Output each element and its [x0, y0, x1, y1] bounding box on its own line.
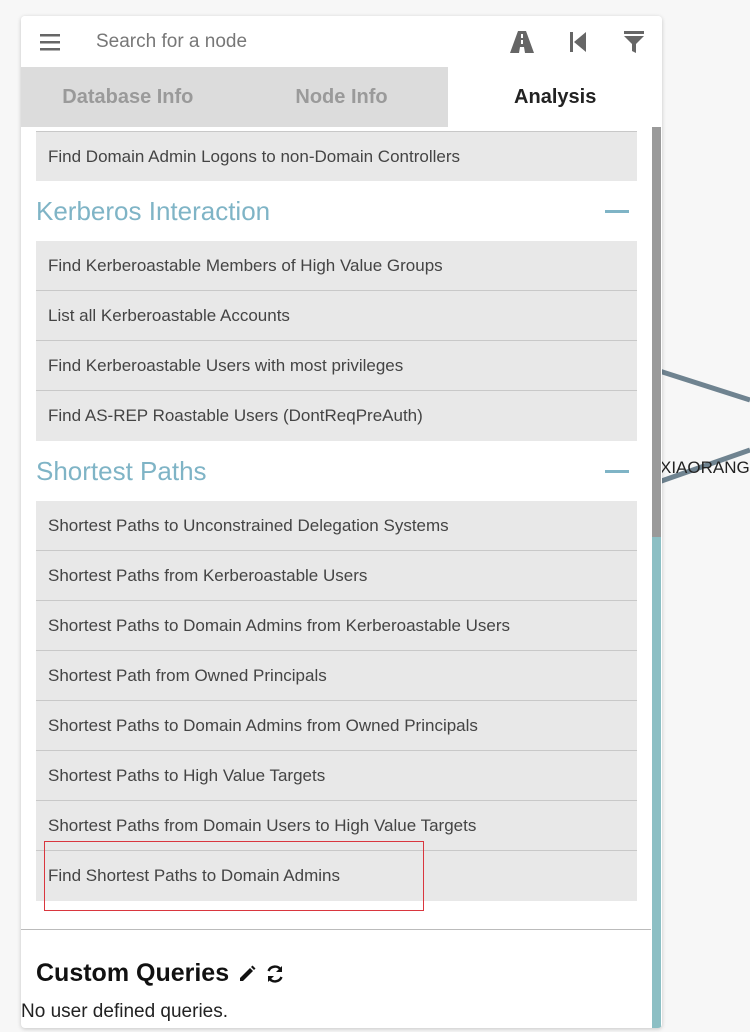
query-item[interactable]: Shortest Paths from Kerberoastable Users: [36, 551, 637, 601]
query-item[interactable]: Find AS-REP Roastable Users (DontReqPreA…: [36, 391, 637, 441]
query-item[interactable]: Shortest Paths to Unconstrained Delegati…: [36, 501, 637, 551]
query-item[interactable]: Find Kerberoastable Users with most priv…: [36, 341, 637, 391]
graph-node-label[interactable]: XIAORANG: [660, 458, 750, 478]
collapse-icon[interactable]: [605, 209, 629, 213]
query-item[interactable]: Shortest Paths to High Value Targets: [36, 751, 637, 801]
query-list: Find Domain Admin Logons to non-Domain C…: [36, 131, 637, 901]
divider: [21, 929, 651, 930]
pathfinding-icon[interactable]: [510, 30, 534, 54]
filter-icon[interactable]: [622, 30, 646, 54]
query-item[interactable]: Shortest Path from Owned Principals: [36, 651, 637, 701]
section-title: Shortest Paths: [36, 455, 207, 486]
hamburger-menu-icon[interactable]: [39, 32, 61, 52]
query-item[interactable]: Shortest Paths to Domain Admins from Own…: [36, 701, 637, 751]
query-item[interactable]: Shortest Paths from Domain Users to High…: [36, 801, 637, 851]
search-bar: [21, 16, 662, 67]
query-item-find-shortest-paths-to-domain-admins[interactable]: Find Shortest Paths to Domain Admins: [36, 851, 637, 901]
custom-queries-header: Custom Queries: [36, 959, 285, 988]
section-header-shortest-paths: Shortest Paths: [36, 441, 637, 501]
tab-database-info[interactable]: Database Info: [21, 67, 235, 127]
tab-analysis[interactable]: Analysis: [448, 67, 662, 127]
query-item[interactable]: Shortest Paths to Domain Admins from Ker…: [36, 601, 637, 651]
pencil-icon[interactable]: [237, 964, 257, 984]
query-item[interactable]: Find Kerberoastable Members of High Valu…: [36, 241, 637, 291]
section-header-kerberos: Kerberos Interaction: [36, 181, 637, 241]
query-item[interactable]: List all Kerberoastable Accounts: [36, 291, 637, 341]
scrollbar-thumb[interactable]: [652, 127, 661, 537]
tab-bar: Database Info Node Info Analysis: [21, 67, 662, 127]
query-item[interactable]: Find Domain Admin Logons to non-Domain C…: [36, 131, 637, 181]
graph-edge: [649, 365, 750, 403]
tab-node-info[interactable]: Node Info: [235, 67, 449, 127]
custom-queries-title: Custom Queries: [36, 959, 230, 987]
section-title: Kerberos Interaction: [36, 195, 271, 226]
analysis-content: Find Domain Admin Logons to non-Domain C…: [21, 127, 662, 1028]
search-input[interactable]: [96, 30, 476, 53]
toolbar: [510, 30, 646, 54]
search-panel: Database Info Node Info Analysis Find Do…: [21, 16, 662, 1028]
refresh-icon[interactable]: [265, 964, 285, 984]
collapse-icon[interactable]: [605, 469, 629, 473]
no-queries-text: No user defined queries.: [21, 1001, 229, 1022]
back-icon[interactable]: [566, 30, 590, 54]
